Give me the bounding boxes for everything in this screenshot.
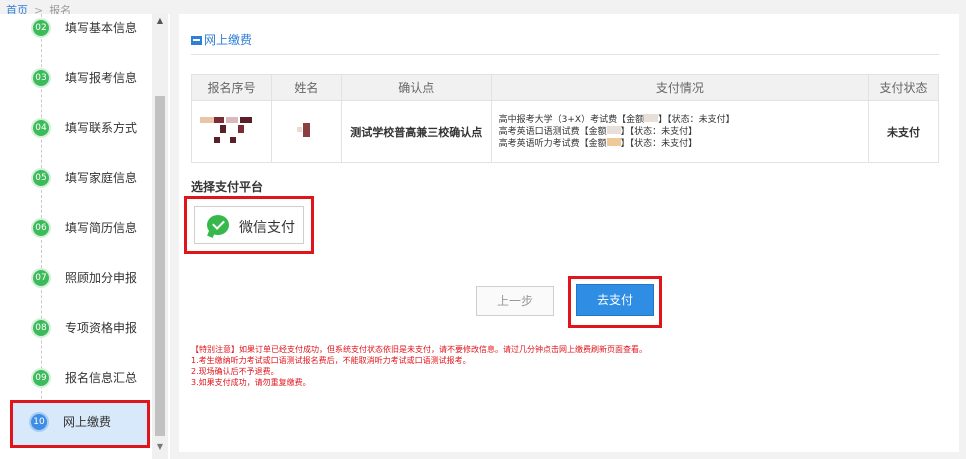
step-label: 照顾加分申报 [65, 271, 138, 285]
payment-line-prefix: 高考英语口语测试费【金额 [498, 126, 607, 137]
scroll-up-arrow-icon[interactable]: ▲ [152, 16, 168, 30]
card-icon [191, 36, 202, 45]
col-header-registration-no: 报名序号 [191, 74, 272, 101]
step-item-contact-info[interactable]: 04 填写联系方式 [12, 106, 150, 150]
payment-line-prefix: 高中报考大学（3+X）考试费【金额 [498, 114, 645, 125]
previous-step-button[interactable]: 上一步 [476, 286, 554, 316]
step-label: 报名信息汇总 [65, 371, 138, 385]
payment-line-suffix: 】【状态：未支付】 [658, 114, 735, 125]
step-number-badge: 09 [33, 370, 49, 386]
step-number-badge: 05 [33, 170, 49, 186]
sidebar-scrollbar[interactable]: ▲ ▼ [152, 14, 168, 459]
step-label: 专项资格申报 [65, 321, 138, 335]
payment-platform-title: 选择支付平台 [191, 180, 264, 194]
redacted-registration-no [196, 113, 266, 147]
redacted-amount [644, 113, 659, 122]
step-number-badge: 04 [33, 120, 49, 136]
redacted-name [296, 123, 310, 137]
step-label: 填写家庭信息 [65, 171, 138, 185]
step-item-online-payment[interactable]: 10 网上缴费 [10, 400, 150, 448]
col-header-payment-details: 支付情况 [490, 74, 870, 101]
step-number-badge: 07 [33, 270, 49, 286]
step-number-badge: 02 [33, 20, 49, 36]
redacted-amount [606, 125, 621, 134]
step-number-badge: 03 [33, 70, 49, 86]
wechat-pay-label: 微信支付 [239, 220, 295, 236]
step-item-family-info[interactable]: 05 填写家庭信息 [12, 156, 150, 200]
wechat-icon [207, 215, 229, 235]
step-number-badge: 08 [33, 320, 49, 336]
step-label: 填写联系方式 [65, 121, 138, 135]
registration-no-cell [191, 100, 272, 163]
payment-panel: 网上缴费 报名序号 姓名 确认点 支付情况 支付状态 测试学校普高兼三校确认点 … [179, 14, 959, 452]
pay-highlight-frame: 去支付 [568, 276, 662, 328]
step-item-summary[interactable]: 09 报名信息汇总 [12, 356, 150, 400]
step-item-resume-info[interactable]: 06 填写简历信息 [12, 206, 150, 250]
note-line: 2.现场确认后不予退费。 [191, 367, 279, 376]
payment-line: 高考英语口语测试费【金额 】【状态：未支付】 [498, 125, 868, 138]
payment-status-cell: 未支付 [868, 100, 939, 163]
step-item-special-qualification[interactable]: 08 专项资格申报 [12, 306, 150, 350]
payment-table: 报名序号 姓名 确认点 支付情况 支付状态 测试学校普高兼三校确认点 高中报考大… [191, 74, 939, 163]
note-line: 1.考生缴纳听力考试或口语测试报名费后，不能取消听力考试或口语测试报考。 [191, 356, 471, 365]
scrollbar-thumb[interactable] [155, 96, 165, 436]
step-list: 02 填写基本信息 03 填写报考信息 04 填写联系方式 05 填写家庭信息 … [0, 14, 152, 459]
payment-line: 高中报考大学（3+X）考试费【金额 】【状态：未支付】 [498, 113, 868, 126]
go-pay-button[interactable]: 去支付 [576, 284, 654, 316]
payment-line-suffix: 】【状态：未支付】 [620, 126, 698, 137]
section-title: 网上缴费 [191, 31, 252, 48]
step-number-badge: 10 [31, 414, 47, 430]
payment-line: 高考英语听力考试费【金额 】【状态：未支付】 [498, 137, 868, 150]
payment-notes: 【特别注意】如果订单已经支付成功，但系统支付状态依旧是未支付，请不要修改信息。请… [191, 344, 647, 388]
step-label: 填写报考信息 [65, 71, 138, 85]
step-label: 填写基本信息 [65, 21, 138, 35]
step-item-exam-info[interactable]: 03 填写报考信息 [12, 56, 150, 100]
note-line: 【特别注意】如果订单已经支付成功，但系统支付状态依旧是未支付，请不要修改信息。请… [191, 345, 647, 354]
redacted-amount [606, 137, 621, 146]
step-label: 填写简历信息 [65, 221, 138, 235]
col-header-payment-status: 支付状态 [868, 74, 939, 101]
scroll-down-arrow-icon[interactable]: ▼ [152, 442, 168, 456]
section-divider [191, 54, 939, 55]
confirm-point-cell: 测试学校普高兼三校确认点 [340, 100, 492, 163]
section-title-text: 网上缴费 [204, 33, 253, 47]
step-item-bonus-points[interactable]: 07 照顾加分申报 [12, 256, 150, 300]
payment-details-cell: 高中报考大学（3+X）考试费【金额 】【状态：未支付】 高考英语口语测试费【金额】… [490, 100, 870, 163]
col-header-confirm-point: 确认点 [340, 74, 492, 101]
step-label: 网上缴费 [63, 415, 112, 429]
steps-sidebar: 02 填写基本信息 03 填写报考信息 04 填写联系方式 05 填写家庭信息 … [0, 14, 170, 459]
name-cell [270, 100, 342, 163]
step-number-badge: 06 [33, 220, 49, 236]
wechat-pay-option[interactable]: 微信支付 [194, 206, 304, 244]
payment-line-prefix: 高考英语听力考试费【金额 [498, 138, 607, 149]
table-row: 测试学校普高兼三校确认点 高中报考大学（3+X）考试费【金额 】【状态：未支付】 … [191, 100, 939, 163]
payment-line-suffix: 】【状态：未支付】 [620, 138, 698, 149]
col-header-name: 姓名 [270, 74, 342, 101]
step-item-basic-info[interactable]: 02 填写基本信息 [12, 14, 150, 50]
wechat-highlight-frame: 微信支付 [184, 196, 314, 254]
note-line: 3.如果支付成功，请勿重复缴费。 [191, 378, 311, 387]
